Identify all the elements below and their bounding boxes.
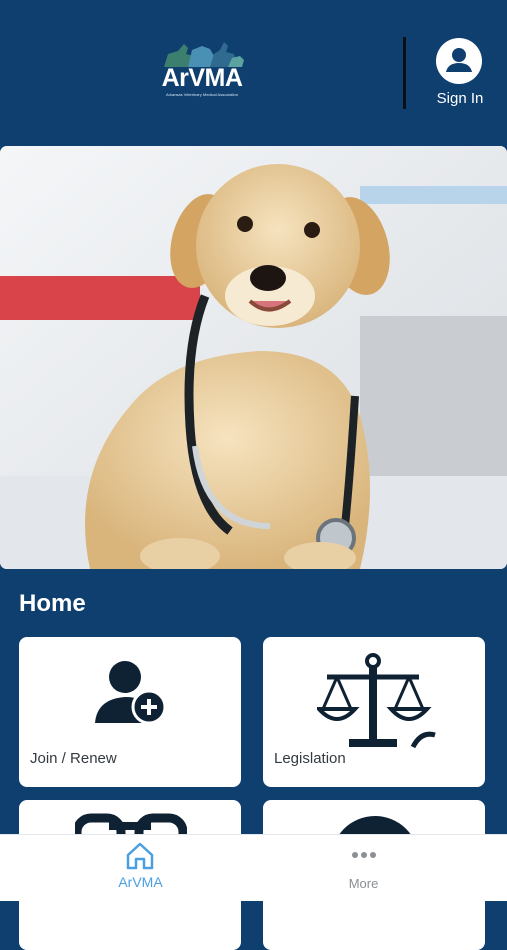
join-renew-label: Join / Renew (30, 750, 117, 767)
arvma-logo: ArVMA Arkansas Veterinary Medical Associ… (150, 40, 254, 100)
hero-image (0, 146, 507, 569)
more-dots-icon (352, 852, 376, 858)
tab-arvma-label: ArVMA (118, 874, 163, 890)
tab-more[interactable]: More (237, 835, 490, 901)
scales-of-justice-icon (317, 653, 436, 749)
legislation-label: Legislation (274, 750, 346, 767)
logo-subtitle: Arkansas Veterinary Medical Association (165, 92, 239, 97)
header-divider (403, 37, 406, 109)
app-header: ArVMA Arkansas Veterinary Medical Associ… (0, 0, 507, 146)
home-icon (126, 842, 154, 870)
tab-more-label: More (348, 876, 379, 891)
puppy-with-stethoscope-photo (0, 146, 507, 569)
legislation-tile[interactable]: Legislation (263, 637, 485, 787)
user-add-icon (95, 661, 167, 725)
sign-in-button[interactable]: Sign In (420, 36, 500, 110)
join-renew-tile[interactable]: Join / Renew (19, 637, 241, 787)
bottom-tab-bar: ArVMA More (0, 834, 507, 901)
user-avatar-icon (436, 38, 482, 84)
logo-text: ArVMA (161, 64, 243, 92)
home-title: Home (19, 590, 86, 617)
sign-in-label: Sign In (436, 90, 484, 107)
tab-arvma[interactable]: ArVMA (14, 835, 267, 901)
